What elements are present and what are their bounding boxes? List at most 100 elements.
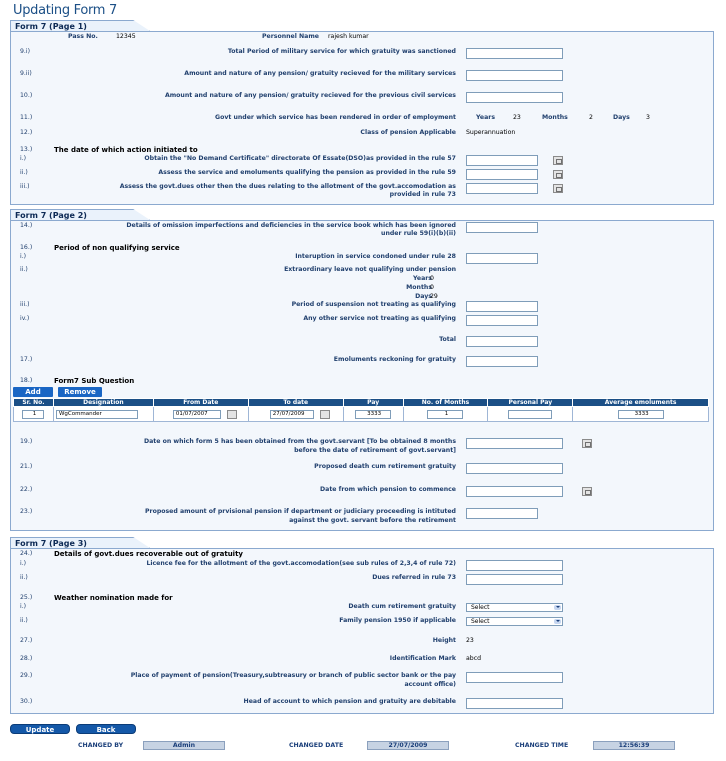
item-number: 14.) xyxy=(20,222,33,229)
chevron-down-icon xyxy=(554,605,561,610)
dues-rule73-label: Dues referred in rule 73 xyxy=(372,574,456,581)
sub-question-table: Sr. No. Designation From Date To date Pa… xyxy=(13,398,709,422)
other-service-input[interactable] xyxy=(466,315,538,326)
height-value: 23 xyxy=(466,637,474,644)
pass-no-label: Pass No. xyxy=(68,33,98,40)
personnel-name-value: rajesh kumar xyxy=(328,33,369,40)
nomination-gratuity-select[interactable]: Select xyxy=(466,603,563,612)
changed-date-value: 27/07/2009 xyxy=(367,741,449,750)
item-number: i.) xyxy=(20,560,27,567)
item-number: 18.) xyxy=(20,377,33,384)
sr-no-input[interactable]: 1 xyxy=(22,409,45,419)
personnel-name-label: Personnel Name xyxy=(262,33,319,40)
pass-no-value: 12345 xyxy=(116,33,136,40)
item-number: 11.) xyxy=(20,114,33,121)
select-value: Select xyxy=(471,618,490,625)
omission-details-label: Details of omission imperfections and de… xyxy=(126,222,456,229)
other-service-label: Any other service not treating as qualif… xyxy=(303,315,456,322)
pay-input[interactable]: 3333 xyxy=(355,409,392,419)
to-date-input[interactable]: 27/07/2009 xyxy=(269,409,314,419)
calendar-icon[interactable] xyxy=(553,156,563,165)
assess-dues-label: Assess the govt.dues other then the dues… xyxy=(119,183,456,190)
remove-button[interactable]: Remove xyxy=(58,387,102,397)
item-number: i.) xyxy=(20,253,27,260)
licence-fee-input[interactable] xyxy=(466,560,563,571)
days-label: Days xyxy=(613,114,630,121)
payment-place-input[interactable] xyxy=(466,672,563,683)
chevron-down-icon xyxy=(554,619,561,624)
death-gratuity-input[interactable] xyxy=(466,463,563,474)
interruption-input[interactable] xyxy=(466,253,538,264)
item-number: 24.) xyxy=(20,550,33,557)
page-title: Updating Form 7 xyxy=(13,3,117,18)
assess-service-date-input[interactable] xyxy=(466,169,538,180)
item-number: i.) xyxy=(20,603,27,610)
item-number: ii.) xyxy=(20,617,28,624)
item-number: ii.) xyxy=(20,266,28,273)
payment-place-label: Place of payment of pension(Treasury,sub… xyxy=(130,672,456,679)
tab-page-3: Form 7 (Page 3) xyxy=(10,537,150,548)
pension-commence-date-input[interactable] xyxy=(466,486,563,497)
head-of-account-input[interactable] xyxy=(466,698,563,709)
calendar-icon[interactable] xyxy=(582,439,592,448)
military-service-period-label: Total Period of military service for whi… xyxy=(227,48,456,55)
family-pension-select[interactable]: Select xyxy=(466,617,563,626)
civil-pension-input[interactable] xyxy=(466,92,563,103)
provisional-pension-input[interactable] xyxy=(466,508,538,519)
total-input[interactable] xyxy=(466,336,538,347)
item-number: 30.) xyxy=(20,698,33,705)
leave-months-label: Months xyxy=(406,284,432,291)
height-label: Height xyxy=(432,637,456,644)
back-button[interactable]: Back xyxy=(76,724,136,734)
no-demand-certificate-date-input[interactable] xyxy=(466,155,538,166)
item-number: 21.) xyxy=(20,463,33,470)
from-date-input[interactable]: 01/07/2007 xyxy=(172,409,221,419)
dues-rule73-input[interactable] xyxy=(466,574,563,585)
calendar-icon[interactable] xyxy=(226,409,237,419)
item-number: 19.) xyxy=(20,438,33,445)
add-button[interactable]: Add xyxy=(13,387,53,397)
omission-details-input[interactable] xyxy=(466,222,538,233)
changed-time-label: CHANGED TIME xyxy=(515,742,569,749)
changed-by-label: CHANGED BY xyxy=(78,742,124,749)
designation-input[interactable]: WgCommander xyxy=(55,409,138,419)
changed-by-value: Admin xyxy=(143,741,225,750)
no-of-months-input[interactable]: 1 xyxy=(427,409,464,419)
leave-years-value: 0 xyxy=(430,275,434,282)
update-button[interactable]: Update xyxy=(10,724,70,734)
head-of-account-label: Head of account to which pension and gra… xyxy=(243,698,456,705)
military-service-period-input[interactable] xyxy=(466,48,563,59)
section-heading: Period of non qualifying service xyxy=(54,244,180,252)
form5-date-label: Date on which form 5 has been obtained f… xyxy=(144,438,456,445)
changed-time-value: 12:56:39 xyxy=(593,741,675,750)
item-number: iii.) xyxy=(20,183,30,190)
tab-page-2: Form 7 (Page 2) xyxy=(10,209,150,220)
military-pension-input[interactable] xyxy=(466,70,563,81)
tab-page-1: Form 7 (Page 1) xyxy=(10,20,150,31)
emoluments-input[interactable] xyxy=(466,356,538,367)
total-label: Total xyxy=(439,336,456,343)
item-number: iv.) xyxy=(20,315,30,322)
assess-dues-date-input[interactable] xyxy=(466,183,538,194)
suspension-input[interactable] xyxy=(466,301,538,312)
calendar-icon[interactable] xyxy=(319,409,330,419)
calendar-icon[interactable] xyxy=(582,487,592,496)
leave-months-value: 0 xyxy=(430,284,434,291)
select-value: Select xyxy=(471,604,490,611)
item-number: 25.) xyxy=(20,594,33,601)
form5-date-input[interactable] xyxy=(466,438,563,449)
personal-pay-input[interactable] xyxy=(508,409,553,419)
form5-date-label-line2: before the date of retirement of govt.se… xyxy=(294,447,456,454)
months-value: 2 xyxy=(589,114,593,121)
column-header: Designation xyxy=(52,398,154,407)
civil-pension-label: Amount and nature of any pension/ gratui… xyxy=(164,92,456,99)
item-number: 17.) xyxy=(20,356,33,363)
military-pension-label: Amount and nature of any pension/ gratui… xyxy=(184,70,456,77)
years-value: 23 xyxy=(513,114,521,121)
identification-mark-label: Identification Mark xyxy=(389,655,456,662)
calendar-icon[interactable] xyxy=(553,170,563,179)
average-emoluments-input[interactable]: 3333 xyxy=(617,409,664,419)
calendar-icon[interactable] xyxy=(553,184,563,193)
table-header-row: Sr. No. Designation From Date To date Pa… xyxy=(13,398,709,407)
column-header: From Date xyxy=(152,398,249,407)
